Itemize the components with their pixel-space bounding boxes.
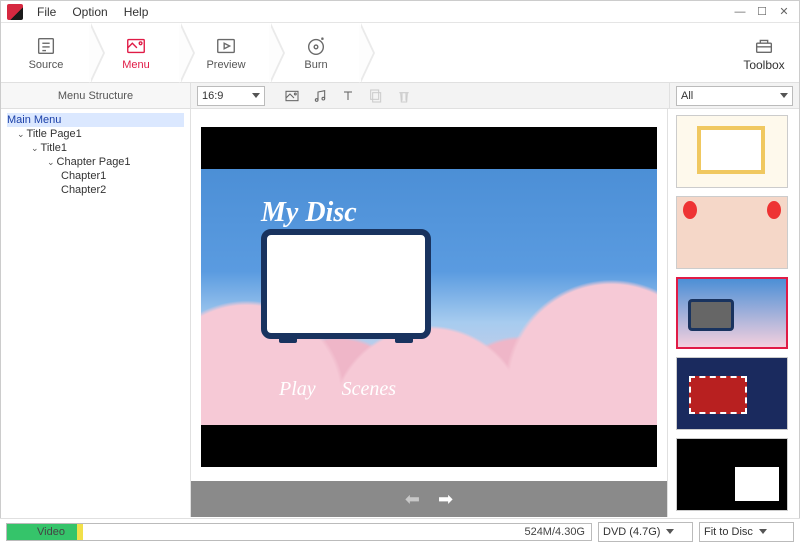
fit-mode-select[interactable]: Fit to Disc [699, 522, 794, 542]
window-controls: — ☐ ✕ [731, 5, 793, 19]
step-label: Source [29, 59, 64, 71]
chevron-down-icon [666, 529, 674, 534]
template-filter: All [669, 83, 799, 108]
aspect-wrap: 16:9 [191, 83, 419, 108]
next-arrow-icon[interactable]: ➡ [438, 489, 453, 510]
template-thumb-5[interactable] [676, 438, 788, 511]
menu-help[interactable]: Help [116, 5, 157, 19]
menu-preview-frame[interactable]: My Disc Play Scenes [201, 169, 657, 425]
menu-icon [124, 35, 148, 57]
template-thumb-3[interactable] [676, 277, 788, 350]
tree-chapter2[interactable]: Chapter2 [7, 183, 184, 197]
scenes-link[interactable]: Scenes [342, 378, 396, 401]
usage-size: 524M/4.30G [524, 526, 591, 538]
template-thumb-4[interactable] [676, 357, 788, 430]
chevron-down-icon [780, 93, 788, 98]
minimize-button[interactable]: — [731, 5, 749, 19]
step-source[interactable]: Source [1, 23, 91, 82]
preview-navbar: ⬅ ➡ [191, 481, 667, 517]
preview-icon [214, 35, 238, 57]
options-row: Menu Structure 16:9 All [1, 83, 799, 109]
menu-option[interactable]: Option [64, 5, 115, 19]
toolbox-button[interactable]: Toolbox [729, 23, 799, 82]
menubar: File Option Help — ☐ ✕ [1, 1, 799, 23]
tree-main-menu[interactable]: Main Menu [7, 113, 184, 127]
template-filter-select[interactable]: All [676, 86, 793, 106]
filter-value: All [681, 90, 693, 102]
toolbox-label: Toolbox [743, 58, 784, 72]
aspect-ratio-select[interactable]: 16:9 [197, 86, 265, 106]
burn-icon [304, 35, 328, 57]
tree-title[interactable]: Title1 [7, 141, 184, 155]
disc-usage-bar: Video 524M/4.30G [6, 523, 592, 541]
step-label: Preview [206, 59, 245, 71]
play-link[interactable]: Play [279, 378, 316, 401]
edit-tools [273, 87, 413, 105]
fit-mode-value: Fit to Disc [704, 526, 753, 538]
text-icon[interactable] [339, 87, 357, 105]
chevron-down-icon [759, 529, 767, 534]
source-icon [34, 35, 58, 57]
disc-title[interactable]: My Disc [261, 197, 357, 229]
template-thumb-1[interactable] [676, 115, 788, 188]
maximize-button[interactable]: ☐ [753, 5, 771, 19]
tree-chapter-page[interactable]: Chapter Page1 [7, 155, 184, 169]
template-thumb-2[interactable] [676, 196, 788, 269]
tree-chapter1[interactable]: Chapter1 [7, 169, 184, 183]
menu-file[interactable]: File [29, 5, 64, 19]
disc-menu-links: Play Scenes [279, 378, 396, 401]
workflow-toolbar: Source Menu Preview Burn Toolbox [1, 23, 799, 83]
app-logo [7, 4, 23, 20]
step-menu[interactable]: Menu [91, 23, 181, 82]
step-preview[interactable]: Preview [181, 23, 271, 82]
usage-label: Video [7, 526, 65, 538]
disc-type-value: DVD (4.7G) [603, 526, 660, 538]
step-burn[interactable]: Burn [271, 23, 361, 82]
delete-icon [395, 87, 413, 105]
close-button[interactable]: ✕ [775, 5, 793, 19]
tree-title-page[interactable]: Title Page1 [7, 127, 184, 141]
music-icon[interactable] [311, 87, 329, 105]
preview-stage: My Disc Play Scenes [191, 109, 667, 481]
structure-title: Menu Structure [1, 83, 191, 108]
step-label: Burn [304, 59, 327, 71]
toolbox-icon [752, 34, 776, 56]
image-icon[interactable] [283, 87, 301, 105]
status-bar: Video 524M/4.30G DVD (4.7G) Fit to Disc [0, 518, 800, 544]
aspect-value: 16:9 [202, 90, 223, 102]
video-letterbox: My Disc Play Scenes [201, 127, 657, 467]
copy-icon [367, 87, 385, 105]
chevron-down-icon [252, 93, 260, 98]
disc-type-select[interactable]: DVD (4.7G) [598, 522, 693, 542]
video-thumbnail-frame[interactable] [261, 229, 431, 339]
template-thumbnails[interactable] [667, 109, 799, 517]
main-area: Main Menu Title Page1 Title1 Chapter Pag… [1, 109, 799, 517]
step-label: Menu [122, 59, 150, 71]
prev-arrow-icon: ⬅ [405, 489, 420, 510]
menu-structure-tree: Main Menu Title Page1 Title1 Chapter Pag… [1, 109, 191, 517]
preview-pane: My Disc Play Scenes ⬅ ➡ [191, 109, 667, 517]
usage-fill-warning [77, 524, 83, 540]
